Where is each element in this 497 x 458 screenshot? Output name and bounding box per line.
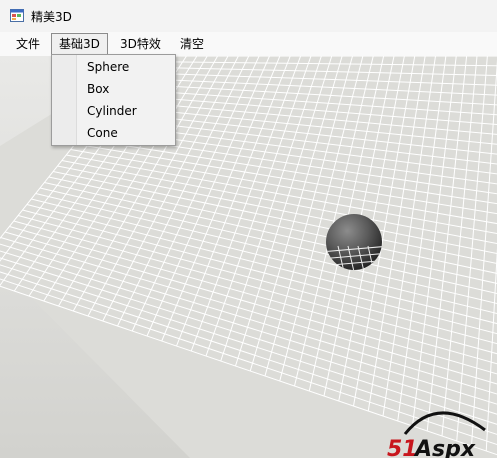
- menu-file[interactable]: 文件: [9, 34, 47, 54]
- menu-item-box[interactable]: Box: [87, 78, 109, 100]
- title-bar: 精美3D: [0, 0, 497, 32]
- menu-bar: 文件 基础3D 3D特效 清空: [0, 32, 497, 56]
- dropdown-icon-gutter: [52, 55, 77, 145]
- basic-3d-dropdown: Sphere Box Cylinder Cone: [51, 54, 176, 146]
- menu-3d-effects[interactable]: 3D特效: [113, 34, 168, 54]
- watermark-logo: 51 Aspx: [387, 411, 486, 458]
- svg-text:51: 51: [387, 437, 418, 458]
- menu-item-sphere[interactable]: Sphere: [87, 56, 129, 78]
- window-title: 精美3D: [31, 10, 72, 24]
- app-icon: [10, 9, 24, 22]
- menu-clear[interactable]: 清空: [173, 34, 211, 54]
- menu-item-cylinder[interactable]: Cylinder: [87, 100, 137, 122]
- menu-item-cone[interactable]: Cone: [87, 122, 118, 144]
- menu-basic-3d[interactable]: 基础3D: [51, 33, 108, 55]
- svg-text:Aspx: Aspx: [413, 437, 476, 458]
